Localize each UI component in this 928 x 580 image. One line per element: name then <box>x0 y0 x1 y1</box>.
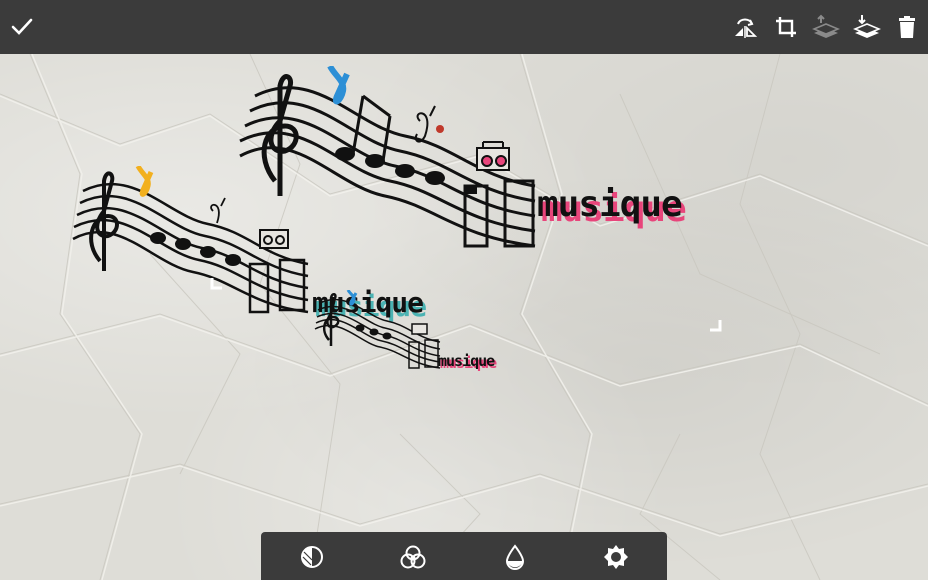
opacity-icon <box>505 544 525 570</box>
confirm-button[interactable] <box>6 11 38 43</box>
trash-icon <box>899 16 915 38</box>
flip-button[interactable] <box>729 11 761 43</box>
selection-handle[interactable] <box>210 276 224 290</box>
crop-icon <box>776 17 796 37</box>
top-toolbar <box>0 0 928 54</box>
color-mix-icon <box>400 545 426 569</box>
blend-button[interactable] <box>297 542 327 572</box>
settings-button[interactable] <box>601 542 631 572</box>
send-backward-button[interactable] <box>851 11 883 43</box>
crop-button[interactable] <box>770 11 802 43</box>
flip-icon <box>735 18 758 38</box>
blend-icon <box>301 546 323 568</box>
bring-forward-button[interactable] <box>810 11 842 43</box>
canvas[interactable]: musique musique musique <box>0 54 928 580</box>
music-sticker-small[interactable]: musique <box>312 289 517 370</box>
opacity-button[interactable] <box>500 542 530 572</box>
delete-button[interactable] <box>891 11 923 43</box>
selection-handle[interactable] <box>708 318 722 332</box>
layer-down-icon <box>853 15 881 38</box>
check-icon <box>11 18 33 35</box>
sticker-word: musique <box>537 184 683 225</box>
color-mix-button[interactable] <box>398 542 428 572</box>
layer-up-icon <box>812 14 840 38</box>
sticker-word: musique <box>438 352 495 370</box>
settings-icon <box>604 545 628 569</box>
bottom-toolbar <box>261 532 667 580</box>
photo-editor: musique musique musique <box>0 0 928 580</box>
